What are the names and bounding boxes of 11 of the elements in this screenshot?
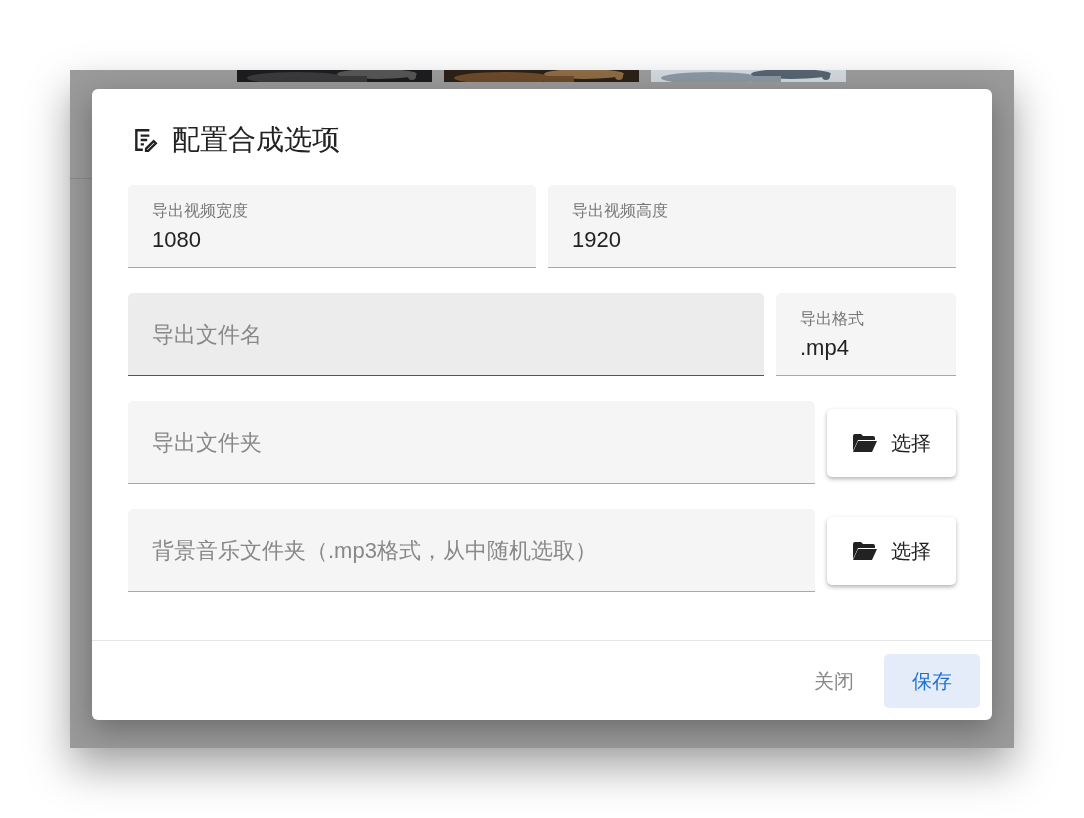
save-button[interactable]: 保存 [884,653,980,708]
folder-icon [852,541,877,560]
folder-icon [852,433,877,452]
close-button[interactable]: 关闭 [798,653,870,708]
choose-button[interactable]: 选择 [827,516,956,585]
dialog-title: 配置合成选项 [172,123,340,157]
text-field[interactable]: 导出视频宽度 1080 [128,185,536,268]
text-field[interactable]: 导出视频高度 1920 [548,185,956,268]
text-field[interactable]: 导出格式 .mp4 [776,293,956,376]
edit-note-icon [132,127,158,153]
choose-button[interactable]: 选择 [827,408,956,477]
